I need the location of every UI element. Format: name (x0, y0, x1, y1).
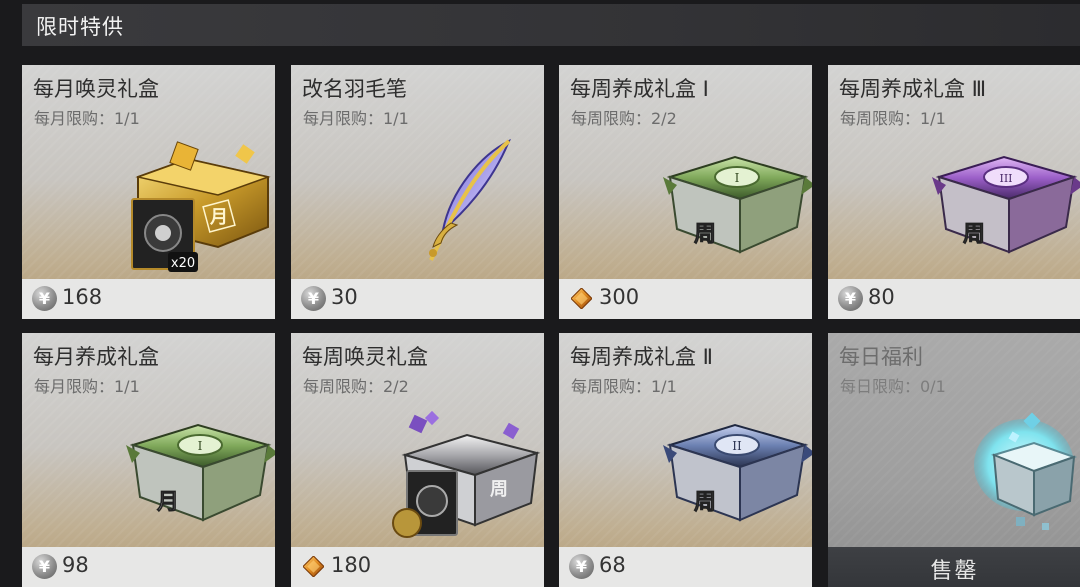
price: 98 (62, 553, 89, 577)
purchase-limit: 每日限购：0/1 (840, 377, 946, 396)
shop-item-weekly-growth-box-ii[interactable]: 每周养成礼盒 Ⅱ 每周限购：1/1 II 周 ¥ 68 (559, 333, 812, 587)
shop-item-daily-welfare[interactable]: 每日福利 每日限购：0/1 售罄 (828, 333, 1080, 587)
green-chest-icon: I 周 (663, 155, 812, 254)
price-bar: ¥ 30 (291, 279, 544, 319)
purchase-limit: 每月限购：1/1 (34, 109, 140, 128)
svg-text:II: II (732, 439, 742, 453)
chest-glyph: 周 (694, 489, 716, 515)
price-bar: ¥ 80 (828, 279, 1080, 319)
price-bar: ¥ 168 (22, 279, 275, 319)
yen-coin-icon: ¥ (32, 554, 57, 579)
item-name: 每周养成礼盒 Ⅱ (570, 345, 714, 369)
crystal-cube-icon (974, 412, 1078, 530)
svg-text:III: III (999, 172, 1012, 185)
item-name: 每周养成礼盒 Ⅲ (839, 77, 987, 101)
silver-chest-icon: 周 (392, 410, 541, 538)
chest-glyph: 月 (209, 207, 228, 228)
amber-gem-icon (571, 288, 592, 309)
item-name: 每周养成礼盒 Ⅰ (570, 77, 709, 101)
item-name: 每周唤灵礼盒 (302, 345, 428, 369)
purchase-limit: 每月限购：1/1 (303, 109, 409, 128)
yen-coin-icon: ¥ (838, 286, 863, 311)
quill-feather-icon (429, 138, 511, 261)
shop-item-monthly-growth-box[interactable]: 每月养成礼盒 每月限购：1/1 I 月 ¥ 98 (22, 333, 275, 587)
chest-glyph: 周 (694, 221, 716, 247)
shop-item-rename-quill[interactable]: 改名羽毛笔 每月限购：1/1 ¥ 30 (291, 65, 544, 319)
chest-glyph: 周 (490, 479, 508, 500)
price-bar: 300 (559, 279, 812, 319)
price: 300 (599, 285, 640, 309)
item-name: 改名羽毛笔 (302, 77, 407, 101)
price: 180 (331, 553, 372, 577)
section-title: 限时特供 (36, 15, 124, 39)
quantity-badge: x20 (171, 256, 195, 271)
price: 30 (331, 285, 358, 309)
amber-gem-icon (303, 556, 324, 577)
price: 80 (868, 285, 895, 309)
item-name: 每日福利 (839, 345, 923, 369)
svg-text:I: I (198, 439, 203, 453)
svg-text:I: I (735, 171, 740, 185)
price: 168 (62, 285, 103, 309)
price-bar: 180 (291, 547, 544, 587)
chest-glyph: 月 (156, 489, 179, 515)
gold-chest-icon: 月 x20 (131, 141, 271, 272)
purchase-limit: 每月限购：1/1 (34, 377, 140, 396)
shop-item-weekly-growth-box-i[interactable]: 每周养成礼盒 Ⅰ 每周限购：2/2 I 周 300 (559, 65, 812, 319)
section-header: 限时特供 (22, 4, 1080, 46)
purple-chest-icon: III 周 (932, 155, 1080, 254)
sold-out-label: 售罄 (930, 559, 979, 584)
yen-coin-icon: ¥ (569, 554, 594, 579)
purchase-limit: 每周限购：1/1 (840, 109, 946, 128)
yen-coin-icon: ¥ (32, 286, 57, 311)
price-bar: ¥ 98 (22, 547, 275, 587)
price: 68 (599, 553, 626, 577)
green-chest-icon: I 月 (126, 423, 275, 522)
purchase-limit: 每周限购：2/2 (571, 109, 677, 128)
yen-coin-icon: ¥ (301, 286, 326, 311)
price-bar: ¥ 68 (559, 547, 812, 587)
sold-out-bar: 售罄 (828, 547, 1080, 587)
item-name: 每月养成礼盒 (33, 345, 159, 369)
shop-item-weekly-growth-box-iii[interactable]: 每周养成礼盒 Ⅲ 每周限购：1/1 III 周 ¥ 80 (828, 65, 1080, 319)
purchase-limit: 每周限购：2/2 (303, 377, 409, 396)
blue-chest-icon: II 周 (663, 423, 812, 522)
shop-item-weekly-summon-box[interactable]: 每周唤灵礼盒 每周限购：2/2 周 180 (291, 333, 544, 587)
chest-glyph: 周 (963, 221, 985, 247)
shop-item-monthly-summon-box[interactable]: 每月唤灵礼盒 每月限购：1/1 月 x20 ¥ 168 (22, 65, 275, 319)
purchase-limit: 每周限购：1/1 (571, 377, 677, 396)
item-name: 每月唤灵礼盒 (33, 77, 159, 101)
